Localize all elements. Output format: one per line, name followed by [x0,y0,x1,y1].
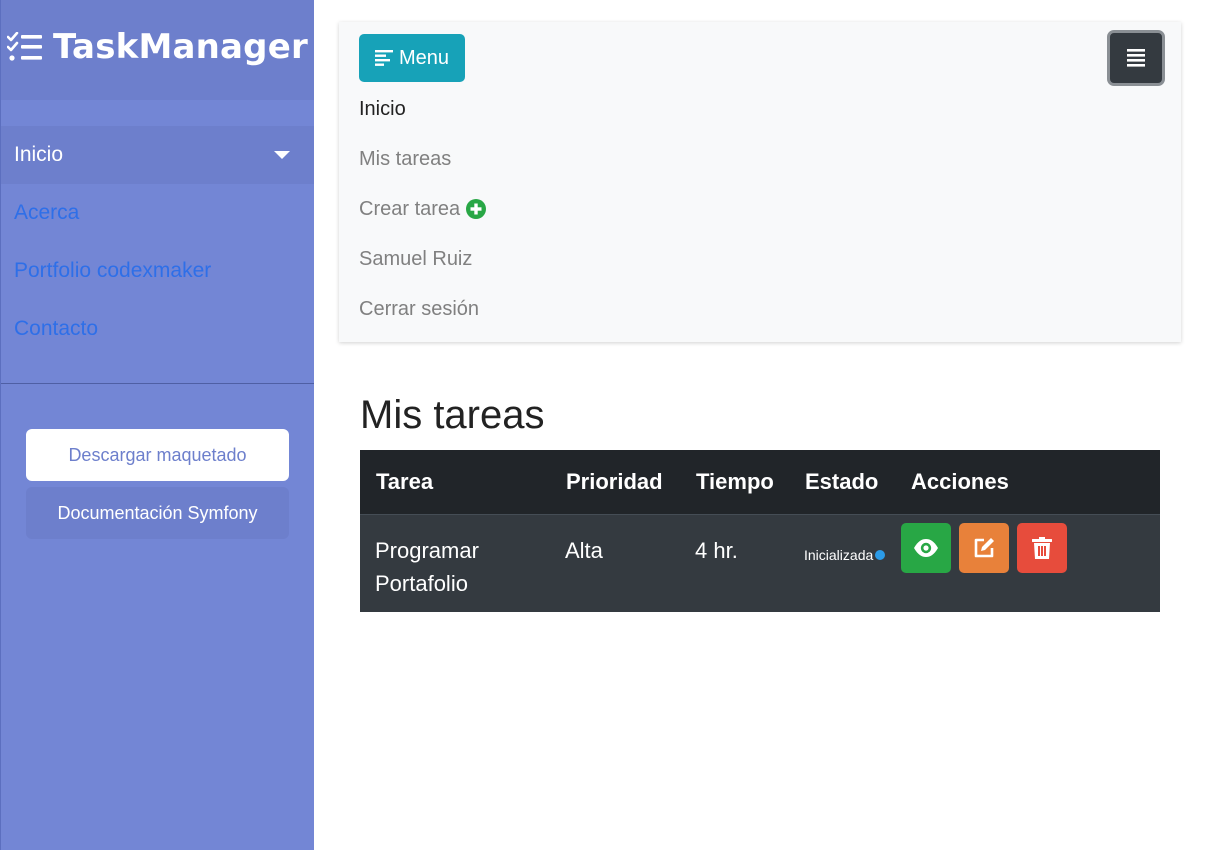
status-dot-icon [875,550,886,560]
sidebar-item-label: Portfolio codexmaker [14,259,212,282]
task-name: Programar Portafolio [375,537,479,596]
table-header: Tarea Prioridad Tiempo Estado Acciones [360,450,1160,514]
status-label: Inicializada [804,546,874,563]
sidebar: TaskManager Inicio Acerca Portfolio code… [0,0,314,850]
nav-link-crear-tarea[interactable]: Crear tarea [359,184,487,234]
task-priority: Alta [565,537,603,563]
sidebar-item-inicio[interactable]: Inicio [1,126,314,184]
sidebar-item-label: Acerca [14,201,80,224]
nav-link-logout[interactable]: Cerrar sesión [359,284,486,334]
caret-down-icon [274,151,290,159]
hamburger-icon [1127,49,1145,67]
page-title: Mis tareas [360,393,545,437]
tasks-list-icon [7,32,43,61]
task-time: 4 hr. [695,537,738,563]
task-actions [895,514,1160,612]
sidebar-item-label: Contacto [14,317,99,340]
column-header-tarea: Tarea [376,468,434,494]
edit-task-button[interactable] [959,522,1009,573]
task-status: Inicializada [789,514,895,612]
eye-icon [914,538,938,557]
sidebar-buttons: Descargar maquetado Documentación Symfon… [1,384,314,539]
menu-button[interactable]: Menu [359,34,465,82]
nav-link-label: Mis tareas [359,147,452,170]
nav-link-label: Cerrar sesión [359,297,480,320]
menu-button-label: Menu [398,46,450,69]
sidebar-item-portfolio[interactable]: Portfolio codexmaker [1,242,314,300]
column-header-acciones: Acciones [911,468,1009,494]
top-navbar: Menu Inicio Mis tareas Crear tarea Samue… [339,22,1181,342]
sidebar-item-acerca[interactable]: Acerca [1,184,314,242]
action-buttons [901,522,1160,573]
delete-task-button[interactable] [1017,522,1067,573]
table-row: Programar Portafolio Alta 4 hr. Iniciali… [360,514,1160,612]
column-header-tiempo: Tiempo [696,468,774,494]
download-button[interactable]: Descargar maquetado [26,429,289,481]
nav-link-user[interactable]: Samuel Ruiz [359,234,486,284]
edit-icon [974,537,994,557]
nav-link-label: Samuel Ruiz [359,247,473,270]
view-task-button[interactable] [901,522,951,573]
nav-link-label: Crear tarea [359,197,461,220]
tasks-table: Tarea Prioridad Tiempo Estado Acciones P… [360,450,1160,612]
brand-title: TaskManager [53,27,308,67]
column-header-prioridad: Prioridad [566,468,663,494]
nav-link-inicio[interactable]: Inicio [359,84,486,134]
status-badge: Inicializada [804,534,886,572]
trash-icon [1032,536,1052,559]
sidebar-item-contacto[interactable]: Contacto [1,300,314,358]
navbar-links: Inicio Mis tareas Crear tarea Samuel Rui… [359,84,487,334]
column-header-estado: Estado [805,468,879,494]
plus-circle-icon [466,199,487,219]
nav-link-mis-tareas[interactable]: Mis tareas [359,134,486,184]
sidebar-item-label: Inicio [14,143,64,166]
align-left-icon [374,50,393,66]
nav-link-label: Inicio [359,97,406,120]
navbar-toggler-button[interactable] [1107,30,1165,86]
documentation-button[interactable]: Documentación Symfony [26,487,289,539]
sidebar-header: TaskManager [1,0,314,100]
sidebar-nav: Inicio Acerca Portfolio codexmaker Conta… [1,126,314,358]
